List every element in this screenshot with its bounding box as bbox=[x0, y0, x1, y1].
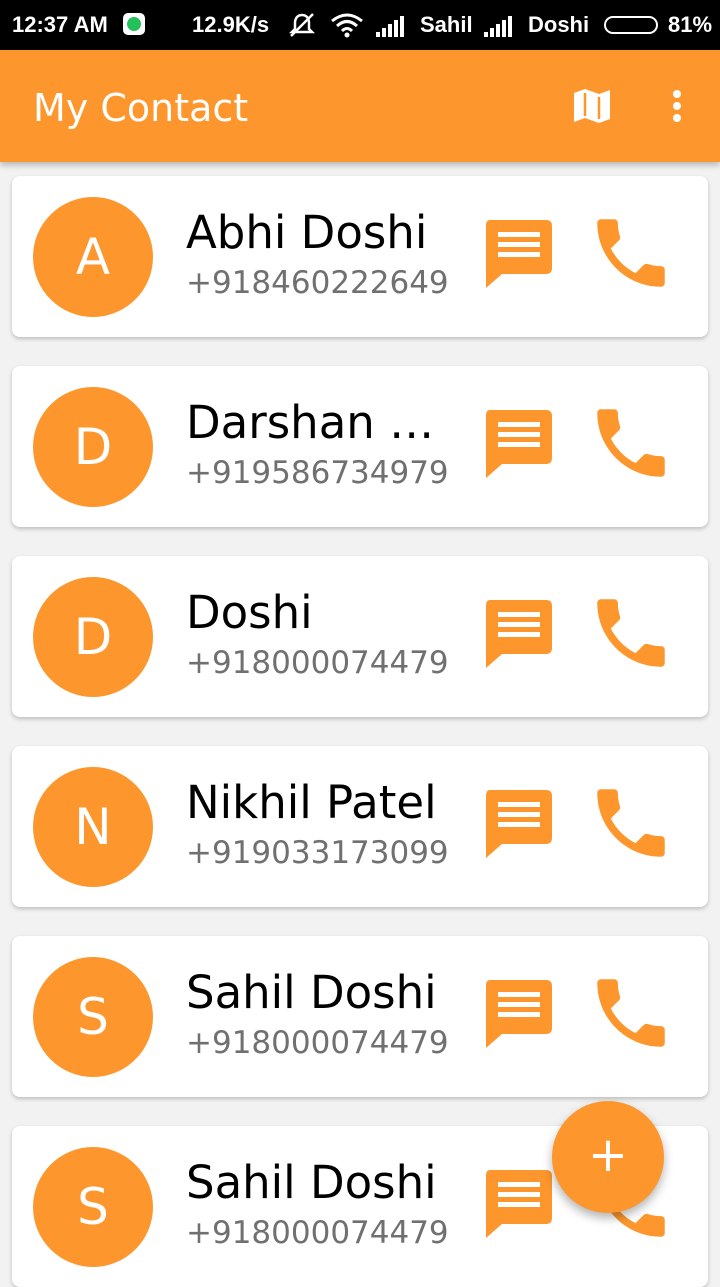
signal-icon-sim2 bbox=[484, 15, 514, 37]
message-icon bbox=[486, 980, 552, 1048]
contact-card[interactable]: A Abhi Doshi +918460222649 bbox=[12, 176, 708, 337]
status-time: 12:37 AM bbox=[12, 12, 108, 37]
call-button[interactable] bbox=[586, 968, 676, 1058]
message-button[interactable] bbox=[484, 1168, 554, 1238]
contact-name: Darshan D... bbox=[186, 396, 456, 449]
contact-name: Sahil Doshi bbox=[186, 1156, 437, 1209]
message-icon bbox=[486, 220, 552, 288]
contact-phone: +918000074479 bbox=[186, 1215, 449, 1251]
network-speed: 12.9K/s bbox=[192, 12, 270, 37]
contact-phone: +918000074479 bbox=[186, 645, 449, 681]
message-button[interactable] bbox=[484, 218, 554, 288]
battery-icon bbox=[604, 16, 658, 34]
message-icon bbox=[486, 600, 552, 668]
contact-avatar: N bbox=[33, 767, 153, 887]
message-icon bbox=[486, 410, 552, 478]
contact-avatar: S bbox=[33, 1147, 153, 1267]
contact-avatar: S bbox=[33, 957, 153, 1077]
carrier-name-1: Sahil bbox=[420, 12, 473, 37]
message-button[interactable] bbox=[484, 408, 554, 478]
phone-icon bbox=[597, 599, 665, 667]
contact-name: Abhi Doshi bbox=[186, 206, 428, 259]
message-button[interactable] bbox=[484, 598, 554, 668]
signal-icon-sim1 bbox=[376, 15, 406, 37]
message-icon bbox=[486, 1170, 552, 1238]
contact-phone: +919586734979 bbox=[186, 455, 449, 491]
contact-avatar: D bbox=[33, 577, 153, 697]
add-icon: + bbox=[587, 1127, 629, 1183]
call-button[interactable] bbox=[586, 588, 676, 678]
contact-name: Sahil Doshi bbox=[186, 966, 437, 1019]
contact-phone: +918000074479 bbox=[186, 1025, 449, 1061]
carrier-name-2: Doshi bbox=[528, 12, 590, 37]
more-vert-icon bbox=[673, 90, 681, 98]
message-button[interactable] bbox=[484, 788, 554, 858]
add-contact-fab[interactable]: + bbox=[552, 1101, 664, 1213]
app-bar: My Contact bbox=[0, 50, 720, 162]
phone-icon bbox=[597, 409, 665, 477]
map-button[interactable] bbox=[570, 86, 614, 126]
call-button[interactable] bbox=[586, 398, 676, 488]
contact-card[interactable]: N Nikhil Patel +919033173099 bbox=[12, 746, 708, 907]
contact-card[interactable]: D Darshan D... +919586734979 bbox=[12, 366, 708, 527]
mute-icon bbox=[288, 13, 316, 37]
contact-name: Nikhil Patel bbox=[186, 776, 437, 829]
contact-avatar: A bbox=[33, 197, 153, 317]
wifi-icon bbox=[331, 13, 363, 38]
contact-avatar: D bbox=[33, 387, 153, 507]
phone-icon bbox=[597, 219, 665, 287]
contact-phone: +918460222649 bbox=[186, 265, 449, 301]
overflow-menu-button[interactable] bbox=[662, 86, 692, 126]
app-title: My Contact bbox=[33, 86, 249, 130]
contact-card[interactable]: D Doshi +918000074479 bbox=[12, 556, 708, 717]
phone-icon bbox=[597, 789, 665, 857]
call-button[interactable] bbox=[586, 778, 676, 868]
whatsapp-notification-icon bbox=[123, 13, 145, 35]
battery-percent: 81% bbox=[668, 12, 713, 37]
phone-icon bbox=[597, 979, 665, 1047]
contact-phone: +919033173099 bbox=[186, 835, 449, 871]
status-bar: 12:37 AM 12.9K/s Sahil Doshi 81% bbox=[0, 0, 720, 50]
call-button[interactable] bbox=[586, 208, 676, 298]
contact-card[interactable]: S Sahil Doshi +918000074479 bbox=[12, 936, 708, 1097]
message-icon bbox=[486, 790, 552, 858]
contact-name: Doshi bbox=[186, 586, 313, 639]
map-icon bbox=[574, 89, 610, 123]
message-button[interactable] bbox=[484, 978, 554, 1048]
